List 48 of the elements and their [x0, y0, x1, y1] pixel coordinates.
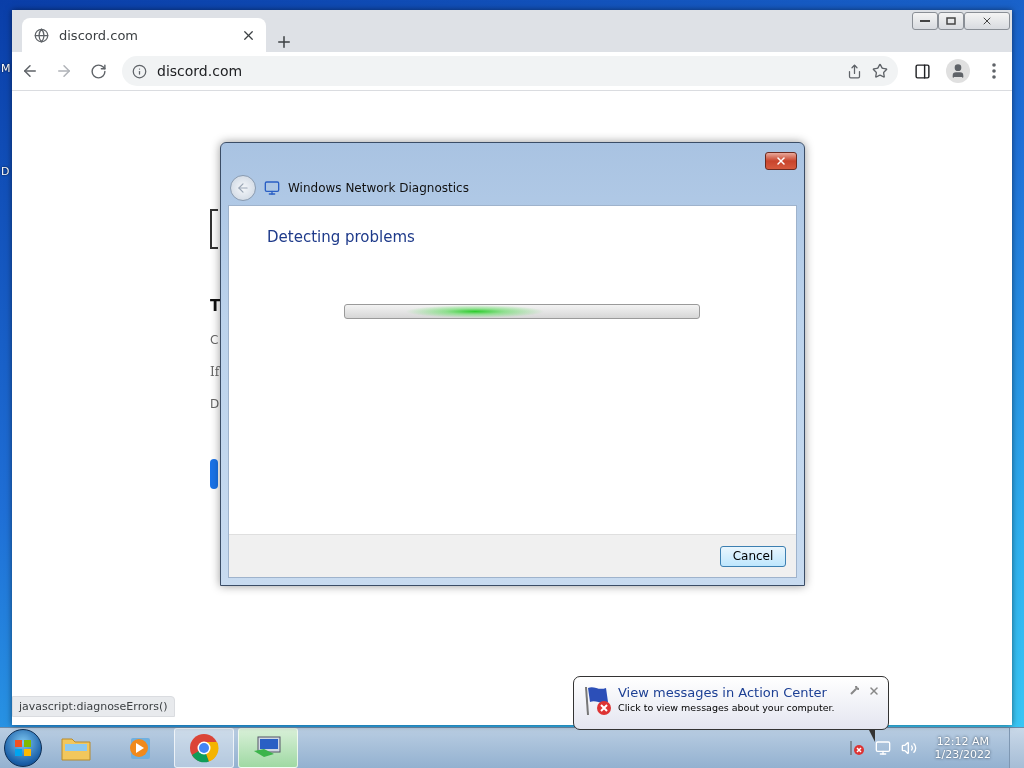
minimize-button[interactable] — [912, 12, 938, 30]
start-button[interactable] — [4, 729, 42, 767]
page-text: D — [210, 397, 220, 411]
desktop-icon-label[interactable]: M — [1, 62, 11, 75]
page-box — [210, 209, 218, 249]
notification-balloon[interactable]: View messages in Action Center Click to view messages about your computer. — [573, 676, 889, 730]
cancel-button[interactable]: Cancel — [720, 545, 786, 567]
browser-tab[interactable]: discord.com — [22, 18, 266, 52]
menu-icon — [992, 63, 996, 79]
page-text: If — [210, 365, 220, 379]
dialog-title: Windows Network Diagnostics — [288, 180, 469, 195]
close-icon — [981, 15, 993, 27]
page-text: C — [210, 333, 220, 347]
desktop-icon-label[interactable]: D — [1, 165, 10, 178]
page-text: T — [210, 297, 220, 315]
side-panel-button[interactable] — [912, 61, 932, 81]
page-button[interactable] — [210, 459, 218, 489]
taskbar-app-button[interactable] — [174, 728, 234, 768]
address-bar[interactable]: discord.com — [122, 56, 898, 86]
close-button[interactable] — [765, 152, 797, 170]
reload-button[interactable] — [88, 61, 108, 81]
flag-error-icon[interactable] — [848, 740, 865, 756]
minimize-icon — [920, 19, 930, 23]
bookmark-star-icon[interactable] — [872, 63, 888, 79]
maximize-icon — [946, 17, 956, 25]
notification-title: View messages in Action Center — [618, 685, 828, 700]
profile-button[interactable] — [946, 59, 970, 83]
side-panel-icon — [913, 62, 931, 80]
share-icon[interactable] — [847, 63, 862, 79]
close-icon — [775, 155, 787, 167]
network-diagnostics-icon — [264, 179, 280, 196]
globe-icon — [34, 27, 49, 43]
info-icon[interactable] — [132, 63, 147, 79]
media-player-icon — [127, 735, 153, 761]
forward-arrow-icon — [55, 62, 73, 80]
folder-icon — [61, 735, 91, 761]
close-icon[interactable] — [868, 685, 880, 697]
maximize-button[interactable] — [938, 12, 964, 30]
notification-message: Click to view messages about your computer. — [618, 702, 836, 713]
reload-icon — [89, 62, 107, 80]
person-icon — [950, 63, 966, 79]
status-link-url: javascript:diagnoseErrors() — [12, 696, 175, 717]
wrench-icon[interactable] — [850, 685, 860, 695]
chrome-icon — [189, 733, 219, 763]
taskbar-app-button[interactable] — [238, 728, 298, 768]
flag-error-icon — [582, 685, 614, 717]
windows-logo-icon — [14, 739, 32, 757]
dialog-heading: Detecting problems — [267, 228, 416, 246]
